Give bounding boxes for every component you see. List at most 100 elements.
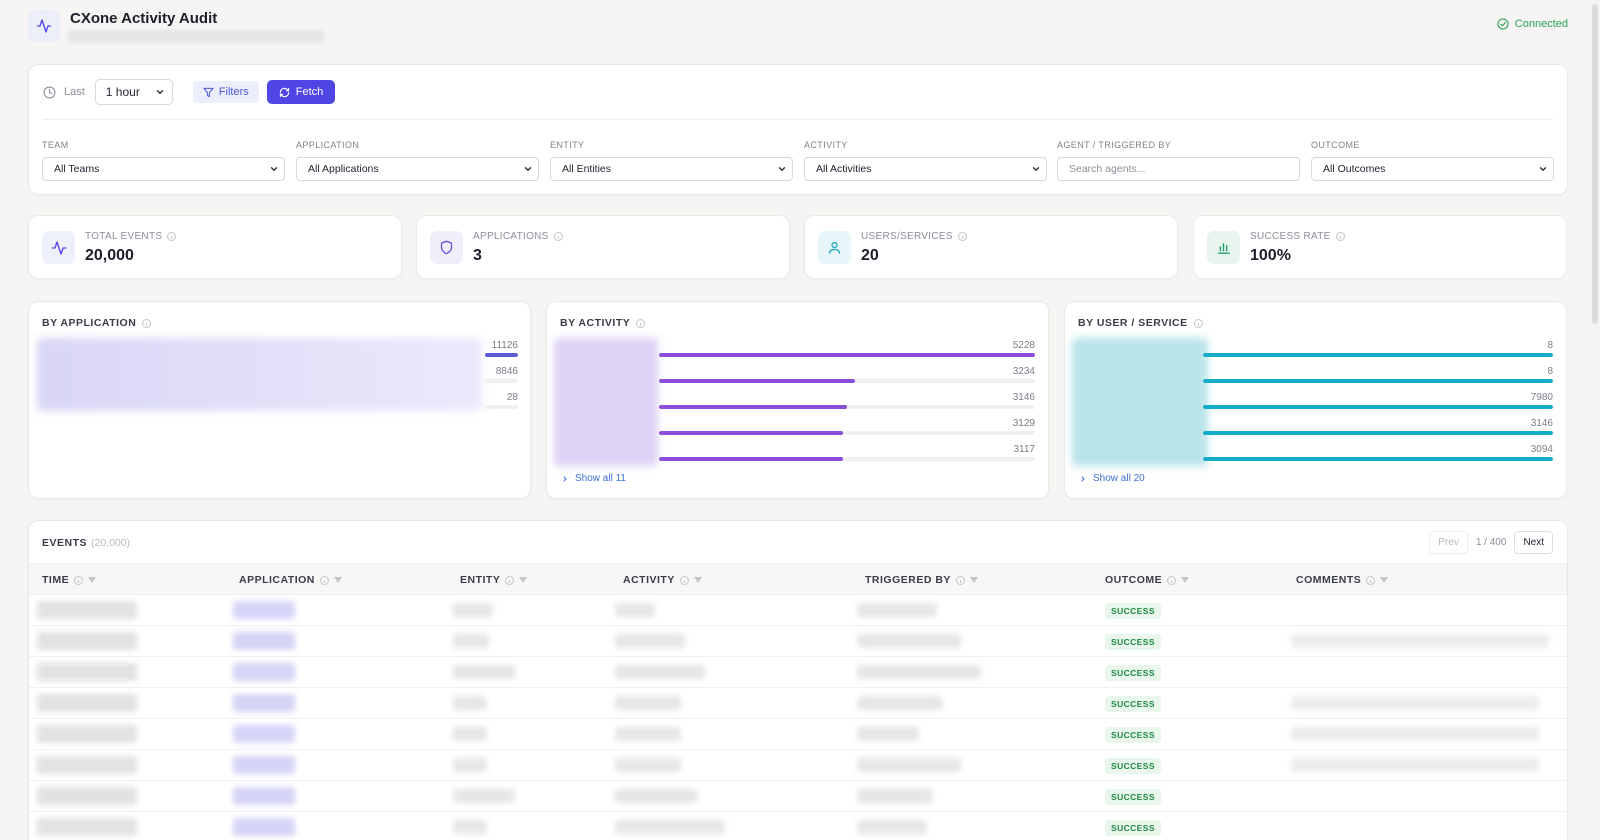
bar-count: 3146 <box>1012 392 1035 403</box>
info-icon[interactable] <box>74 575 84 585</box>
info-icon[interactable] <box>553 232 563 241</box>
activity-select[interactable]: All Activities <box>804 157 1047 181</box>
column-header-activity[interactable]: ACTIVITY <box>623 574 702 586</box>
info-icon[interactable] <box>1167 575 1177 585</box>
bar-count: 5228 <box>1012 340 1035 351</box>
show-all-activities-link[interactable]: Show all 11 <box>561 473 626 484</box>
redacted-activity-labels <box>554 338 658 466</box>
pagination: Prev 1 / 400 Next <box>1429 531 1553 554</box>
filter-icon[interactable] <box>88 577 97 583</box>
info-icon[interactable] <box>167 232 177 241</box>
filter-icon[interactable] <box>1380 577 1389 583</box>
bar-row[interactable]: 3117 <box>659 444 1035 470</box>
info-icon[interactable] <box>1193 318 1203 328</box>
table-row[interactable]: SUCCESS <box>29 750 1567 781</box>
show-all-users-link[interactable]: Show all 20 <box>1079 473 1145 484</box>
info-icon[interactable] <box>636 318 646 328</box>
bar-fill <box>659 405 847 409</box>
column-header-triggered-by[interactable]: TRIGGERED BY <box>865 574 978 586</box>
redacted-activity <box>615 603 655 617</box>
agent-search-input[interactable]: Search agents... <box>1057 157 1300 181</box>
bar-row[interactable]: 11126 <box>485 340 518 366</box>
bar-row[interactable]: 7980 <box>1203 392 1553 418</box>
show-all-label: Show all 11 <box>575 473 626 484</box>
page-indicator: 1 / 400 <box>1475 537 1507 548</box>
app-logo <box>28 10 60 42</box>
bar-count: 3129 <box>1012 418 1035 429</box>
bar-row[interactable]: 3094 <box>1203 444 1553 470</box>
bar-row[interactable]: 8 <box>1203 366 1553 392</box>
info-icon[interactable] <box>957 232 967 241</box>
filter-icon[interactable] <box>519 577 528 583</box>
filter-activity-label: Activity <box>804 140 848 150</box>
redacted-application <box>233 601 295 619</box>
stat-label: Users/Services <box>861 231 967 242</box>
bar-row[interactable]: 8 <box>1203 340 1553 366</box>
column-header-application[interactable]: APPLICATION <box>239 574 342 586</box>
connection-status-label: Connected <box>1514 18 1568 30</box>
redacted-time <box>37 601 137 619</box>
filter-agent-label: Agent / Triggered By <box>1057 140 1172 150</box>
chevron-down-icon <box>270 167 278 172</box>
redacted-entity <box>453 603 493 617</box>
column-header-entity[interactable]: ENTITY <box>460 574 528 586</box>
column-header-outcome[interactable]: OUTCOME <box>1105 574 1190 586</box>
info-icon[interactable] <box>1366 575 1376 585</box>
fetch-button[interactable]: Fetch <box>266 80 336 104</box>
time-range-select[interactable]: 1 hour <box>94 79 173 105</box>
filter-outcome: Outcome All Outcomes <box>1311 140 1554 181</box>
page-title: CXone Activity Audit <box>70 10 218 27</box>
bar-row[interactable]: 3146 <box>659 392 1035 418</box>
application-select[interactable]: All Applications <box>296 157 539 181</box>
info-icon[interactable] <box>955 575 965 585</box>
bar-row[interactable]: 3234 <box>659 366 1035 392</box>
redacted-triggered-by <box>857 727 919 741</box>
filter-icon[interactable] <box>1181 577 1190 583</box>
info-icon[interactable] <box>319 575 329 585</box>
check-circle-icon <box>1497 18 1509 30</box>
page-scrollbar[interactable] <box>1592 4 1598 324</box>
bar-row[interactable]: 28 <box>485 392 518 418</box>
stat-icon-box <box>42 231 75 264</box>
filter-icon[interactable] <box>333 577 342 583</box>
stat-value: 20 <box>861 247 879 264</box>
filters-button[interactable]: Filters <box>192 81 259 103</box>
filter-icon <box>203 87 214 97</box>
outcome-select[interactable]: All Outcomes <box>1311 157 1554 181</box>
info-icon[interactable] <box>505 575 515 585</box>
bar-row[interactable]: 8846 <box>485 366 518 392</box>
filter-entity-label: Entity <box>550 140 585 150</box>
column-header-label: ENTITY <box>460 574 501 586</box>
prev-page-button[interactable]: Prev <box>1429 531 1468 554</box>
info-icon[interactable] <box>1335 232 1345 241</box>
entity-select[interactable]: All Entities <box>550 157 793 181</box>
filter-icon[interactable] <box>693 577 702 583</box>
table-row[interactable]: SUCCESS <box>29 626 1567 657</box>
bar-track <box>1203 353 1553 357</box>
table-row[interactable]: SUCCESS <box>29 781 1567 812</box>
bar-count: 7980 <box>1530 392 1553 403</box>
filter-icon[interactable] <box>969 577 978 583</box>
bar-count: 11126 <box>491 340 518 351</box>
team-select[interactable]: All Teams <box>42 157 285 181</box>
info-icon[interactable] <box>142 318 152 328</box>
stat-total-events: Total Events 20,000 <box>28 215 402 279</box>
table-row[interactable]: SUCCESS <box>29 657 1567 688</box>
next-page-button[interactable]: Next <box>1514 531 1553 554</box>
connection-status: Connected <box>1497 18 1568 30</box>
redacted-time <box>37 756 137 774</box>
bar-row[interactable]: 3129 <box>659 418 1035 444</box>
redacted-activity <box>615 665 705 679</box>
bar-row[interactable]: 5228 <box>659 340 1035 366</box>
stat-label: Success Rate <box>1250 231 1345 242</box>
table-row[interactable]: SUCCESS <box>29 719 1567 750</box>
table-row[interactable]: SUCCESS <box>29 595 1567 626</box>
column-header-time[interactable]: TIME <box>42 574 97 586</box>
outcome-badge: SUCCESS <box>1105 603 1161 619</box>
bar-row[interactable]: 3146 <box>1203 418 1553 444</box>
user-icon <box>828 241 841 254</box>
table-row[interactable]: SUCCESS <box>29 688 1567 719</box>
table-row[interactable]: SUCCESS <box>29 812 1567 840</box>
column-header-comments[interactable]: COMMENTS <box>1296 574 1389 586</box>
info-icon[interactable] <box>679 575 689 585</box>
